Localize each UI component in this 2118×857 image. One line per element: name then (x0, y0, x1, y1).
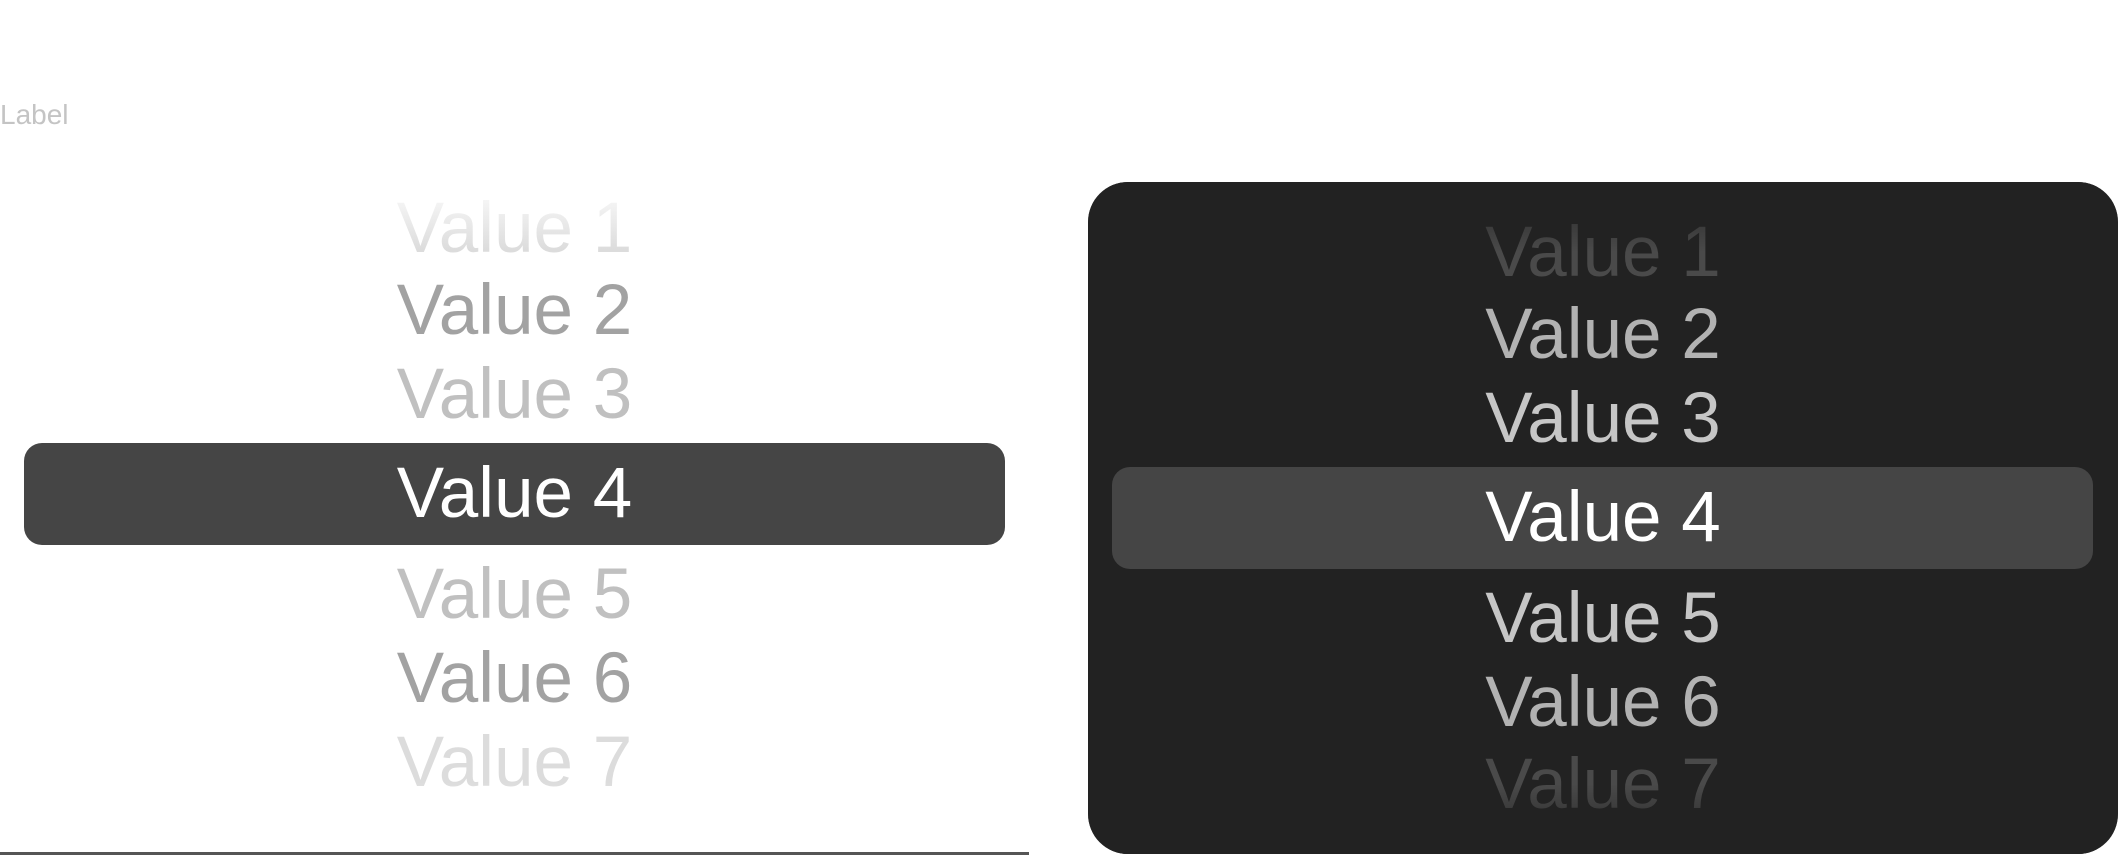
picker-option[interactable]: Value 7 (0, 720, 1029, 806)
picker-option[interactable]: Value 1 (0, 186, 1029, 272)
picker-option[interactable]: Value 3 (0, 352, 1029, 438)
picker-option-selected[interactable]: Value 4 (1088, 475, 2118, 561)
picker-option[interactable]: Value 5 (0, 552, 1029, 638)
picker-option[interactable]: Value 2 (1088, 292, 2118, 378)
picker-demo: Label Value 1 Value 2 Value 3 Value 4 Va… (0, 0, 2118, 857)
field-label: Label (0, 99, 69, 130)
picker-option[interactable]: Value 5 (1088, 576, 2118, 662)
field-underline (0, 852, 1029, 855)
picker-option[interactable]: Value 6 (1088, 660, 2118, 746)
picker-option[interactable]: Value 2 (0, 268, 1029, 354)
light-wheel-picker[interactable]: Value 1 Value 2 Value 3 Value 4 Value 5 … (0, 180, 1029, 852)
dark-wheel-picker[interactable]: Value 1 Value 2 Value 3 Value 4 Value 5 … (1088, 182, 2118, 854)
picker-option-selected[interactable]: Value 4 (0, 451, 1029, 537)
picker-option[interactable]: Value 6 (0, 636, 1029, 722)
picker-option[interactable]: Value 7 (1088, 742, 2118, 828)
picker-option[interactable]: Value 3 (1088, 376, 2118, 462)
picker-option[interactable]: Value 1 (1088, 210, 2118, 296)
